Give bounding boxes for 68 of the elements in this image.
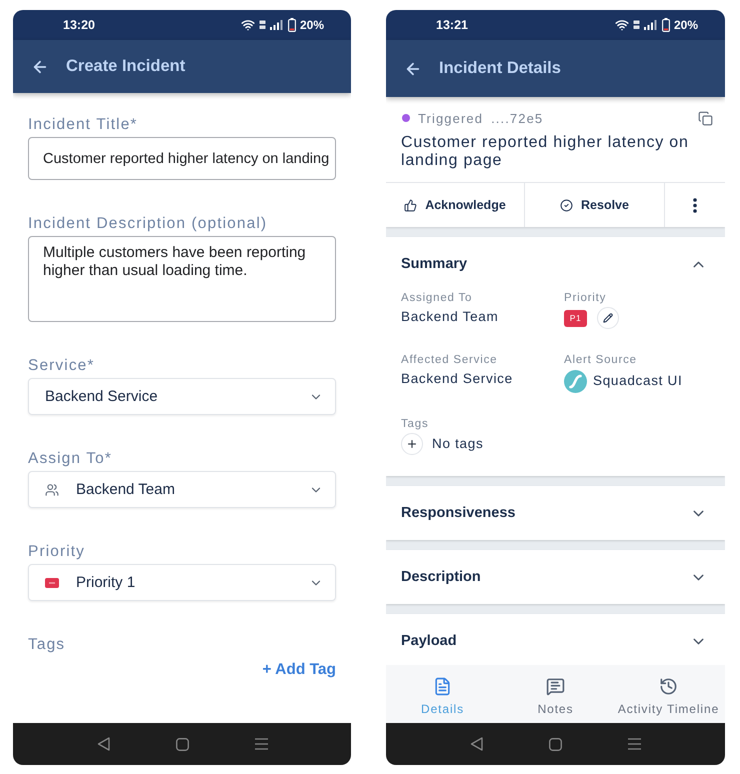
more-icon [693,198,697,212]
field-label: Incident Title* [28,116,139,134]
battery-percent: 20% [300,18,324,32]
detail-value: Backend Service [401,370,514,388]
add-tag-button[interactable]: + Add Tag [262,659,336,681]
field-label: Tags [28,636,66,654]
tags-empty-text: No tags [432,435,484,453]
detail-value: Backend Team [401,308,500,326]
detail-label: Priority [564,291,608,305]
field-label: Service* [28,357,96,375]
nav-menu-icon[interactable] [254,738,268,750]
acknowledge-button[interactable]: Acknowledge [386,183,525,227]
battery-percent: 20% [674,18,698,32]
section-header[interactable]: Description [386,550,725,604]
title-input[interactable]: Customer reported higher latency on landing [28,137,336,180]
screen-title: Create Incident [66,57,186,76]
add-tag-button[interactable] [401,433,423,455]
status-time: 13:20 [63,18,95,32]
field-label: Priority [28,543,86,561]
network-type-icon [258,20,266,30]
plus-icon [406,438,418,450]
check-circle-icon [560,198,574,212]
section-header[interactable]: Summary [386,237,725,291]
status-time: 13:21 [436,18,468,32]
battery-icon [288,18,296,32]
pencil-icon [603,313,613,323]
source-name: Squadcast UI [593,372,682,390]
detail-label: Assigned To [401,291,474,305]
section-header[interactable]: Responsiveness [386,486,725,540]
nav-home-icon[interactable] [549,738,562,750]
wifi-icon [240,18,255,32]
service-select[interactable]: Backend Service [28,378,336,415]
status-label: Triggered [418,110,484,126]
thumbs-up-icon [404,198,418,212]
priority-select[interactable]: Priority 1 [28,564,336,601]
tab[interactable]: Notes [499,665,612,723]
assignee-select[interactable]: Backend Team [28,471,336,508]
signal-icon [270,20,284,30]
network-type-icon [632,20,640,30]
tab[interactable]: Activity Timeline [612,665,725,723]
detail-label: Tags [401,417,430,431]
signal-icon [644,20,658,30]
chat-icon [546,677,565,696]
description-input[interactable]: Multiple customers have been reporting higher than usual loading time. [28,236,336,322]
status-dot-icon [402,114,410,122]
field-label: Incident Description (optional) [28,215,268,233]
nav-back-icon[interactable] [96,737,110,751]
nav-home-icon[interactable] [176,738,188,750]
edit-priority-button[interactable] [597,307,619,329]
wifi-icon [614,18,629,32]
incident-title: Customer reported higher latency on landing page [400,134,690,170]
nav-menu-icon[interactable] [628,738,641,750]
document-icon [433,677,452,696]
copy-icon[interactable] [698,110,713,126]
priority-badge: P1 [564,310,587,326]
priority-tag-icon [45,578,59,588]
history-icon [659,677,678,696]
section-header[interactable]: Payload [386,614,725,665]
detail-label: Alert Source [564,353,638,367]
nav-back-icon[interactable] [470,737,483,751]
screen-title: Incident Details [439,59,561,78]
battery-icon [662,18,670,32]
incident-id: ....72e5 [491,110,544,126]
field-label: Assign To* [28,450,113,468]
resolve-button[interactable]: Resolve [525,183,665,227]
detail-label: Affected Service [401,353,498,367]
people-icon [45,482,59,496]
source-logo-icon [564,370,587,392]
